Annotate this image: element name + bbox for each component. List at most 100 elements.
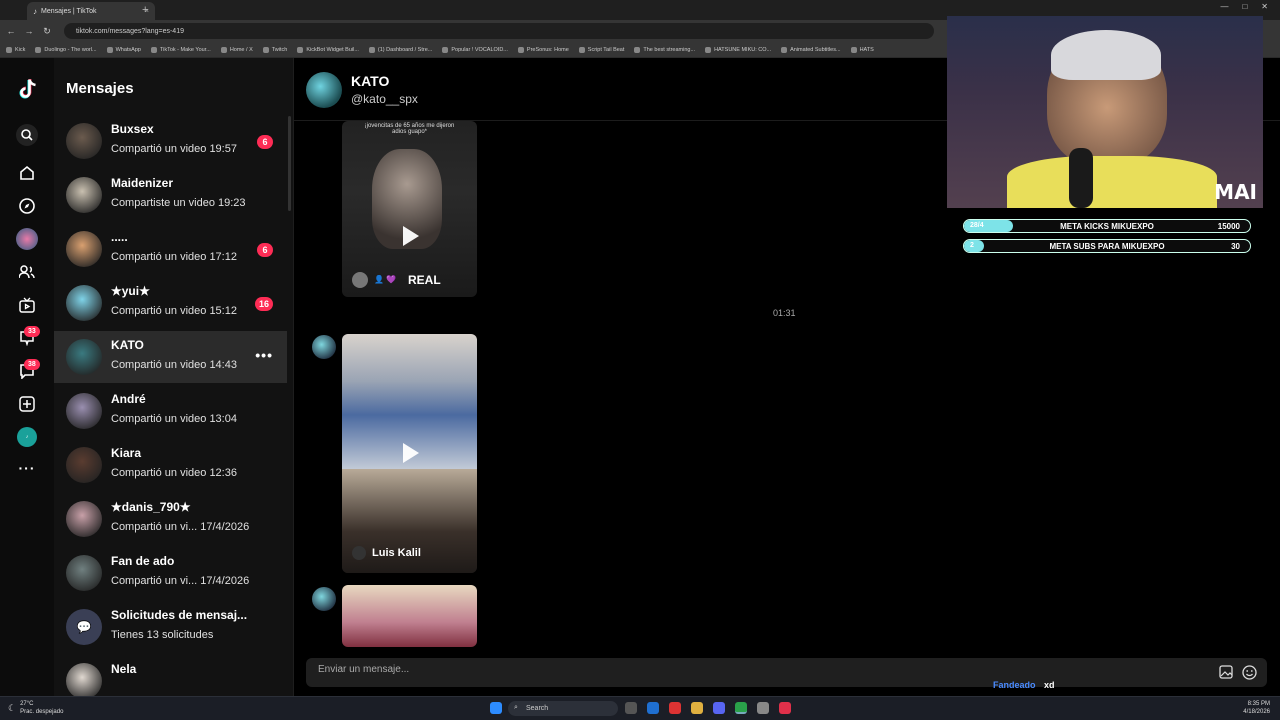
chrome-icon[interactable] <box>735 702 747 714</box>
live-icon[interactable] <box>17 295 37 315</box>
file-explorer-icon[interactable] <box>691 702 703 714</box>
bookmark-item[interactable]: TikTok - Make Your... <box>150 46 211 53</box>
taskbar: ☾ 27°C Prac. despejado ⌕ Search 8:35 PM … <box>0 696 1280 720</box>
message-input[interactable] <box>318 664 1168 675</box>
chat-name[interactable]: KATO <box>351 73 389 89</box>
bookmark-item[interactable]: KickBot Widget Buil... <box>297 46 359 53</box>
sender-avatar[interactable] <box>312 587 336 611</box>
bookmark-item[interactable]: (1) Dashboard / Stre... <box>368 46 432 53</box>
search-icon[interactable] <box>16 124 38 146</box>
play-icon[interactable] <box>403 443 419 463</box>
video-creator-name: REAL <box>408 273 441 287</box>
shared-video-card[interactable]: ¡jovencitas de 65 años me dijeron adios … <box>342 121 477 297</box>
minimize-icon[interactable]: — <box>1220 2 1228 11</box>
more-icon[interactable]: ··· <box>17 458 37 478</box>
tiktok-logo-icon[interactable] <box>17 78 37 102</box>
following-icon[interactable] <box>17 262 37 282</box>
browser-tab[interactable]: ♪ Mensajes | TikTok × <box>27 2 155 20</box>
bookmark-item[interactable]: Home / X <box>220 46 253 53</box>
shared-video-card[interactable]: Luis Kalil <box>342 334 477 573</box>
emoji-icon[interactable] <box>1242 665 1257 685</box>
chat-handle[interactable]: @kato__spx <box>351 92 418 106</box>
tiktok-lite-icon[interactable]: ♪ <box>17 427 37 447</box>
conversation-item[interactable]: Maidenizer Compartiste un video 19:23 <box>54 169 287 221</box>
conversation-preview: Tienes 13 solicitudes <box>111 629 214 641</box>
conversation-preview: Compartió un video 15:12 <box>111 305 237 317</box>
bookmark-item[interactable]: HATS <box>850 46 874 53</box>
bookmark-item[interactable]: Kick <box>6 46 25 53</box>
forward-icon[interactable]: → <box>22 26 36 36</box>
conversation-name: Kiara <box>111 446 142 460</box>
sender-avatar[interactable] <box>312 335 336 359</box>
reload-icon[interactable]: ↻ <box>40 26 54 37</box>
bookmark-favicon-icon <box>634 46 641 53</box>
task-view-icon[interactable] <box>625 702 637 714</box>
windows-start-icon[interactable] <box>490 702 502 714</box>
conversation-item[interactable]: Kiara Compartió un video 12:36 <box>54 439 287 491</box>
app-icon[interactable] <box>669 702 681 714</box>
bookmark-item[interactable]: Duolingo - The worl... <box>35 46 97 53</box>
bookmark-favicon-icon <box>220 46 227 53</box>
conversation-item[interactable]: Buxsex Compartió un video 19:57 6 <box>54 115 287 167</box>
kicks-goal-label: META KICKS MIKUEXPO <box>1060 222 1154 231</box>
conversation-name: ★yui★ <box>111 284 150 298</box>
conversation-item[interactable]: Nela <box>54 655 287 696</box>
conversation-item[interactable]: André Compartió un video 13:04 <box>54 385 287 437</box>
system-clock[interactable]: 8:35 PM 4/18/2026 <box>1243 700 1270 716</box>
image-upload-icon[interactable] <box>1219 665 1233 682</box>
bookmark-favicon-icon <box>6 46 12 53</box>
conversation-item[interactable]: ★yui★ Compartió un video 15:12 16 <box>54 277 287 329</box>
url-input[interactable]: tiktok.com/messages?lang=es-419 <box>64 23 934 39</box>
settings-icon[interactable] <box>757 702 769 714</box>
conversation-item[interactable]: KATO Compartió un video 14:43 ••• <box>54 331 287 383</box>
play-icon[interactable] <box>403 226 419 246</box>
bookmark-item[interactable]: WhatsApp <box>106 46 141 53</box>
requests-icon: 💬 <box>66 609 102 645</box>
weather-widget[interactable]: ☾ 27°C Prac. despejado <box>8 700 63 716</box>
chat-avatar[interactable] <box>306 72 342 108</box>
more-options-icon[interactable]: ••• <box>255 347 273 363</box>
home-icon[interactable] <box>17 163 37 183</box>
stream-chat-user: Fandeado <box>993 680 1036 690</box>
explore-icon[interactable] <box>17 196 37 216</box>
back-icon[interactable]: ← <box>4 26 18 36</box>
weather-icon: ☾ <box>8 703 17 713</box>
bookmark-item[interactable]: Popular ! VOCALOID... <box>442 46 508 53</box>
conversation-avatar <box>66 123 102 159</box>
sidebar-scrollbar[interactable] <box>288 116 291 211</box>
conversation-item[interactable]: ..... Compartió un video 17:12 6 <box>54 223 287 275</box>
conversation-preview: Compartió un video 13:04 <box>111 413 237 425</box>
clock-time: 8:35 PM <box>1247 701 1270 707</box>
bookmark-item[interactable]: The best streaming... <box>634 46 695 53</box>
new-tab-button[interactable]: + <box>142 4 148 16</box>
conversation-item[interactable]: Fan de ado Compartió un vi... 17/4/2026 <box>54 547 287 599</box>
bookmark-item[interactable]: Animated Subtitles... <box>781 46 841 53</box>
nav-rail: 33 38 ♪ ··· <box>0 58 54 696</box>
conversation-item[interactable]: ★danis_790★ Compartió un vi... 17/4/2026 <box>54 493 287 545</box>
bookmark-item[interactable]: PreSonus: Home <box>517 46 569 53</box>
conversation-preview: Compartió un vi... 17/4/2026 <box>111 575 250 587</box>
bookmark-item[interactable]: HATSUNE MIKU: CO... <box>705 46 771 53</box>
conversation-avatar <box>66 231 102 267</box>
shared-video-card[interactable] <box>342 585 477 647</box>
music-icon[interactable] <box>779 702 791 714</box>
upload-icon[interactable] <box>17 394 37 414</box>
taskbar-search[interactable]: ⌕ Search <box>508 701 618 716</box>
edge-icon[interactable] <box>647 702 659 714</box>
bookmark-item[interactable]: Twitch <box>262 46 288 53</box>
maximize-icon[interactable]: □ <box>1242 2 1247 11</box>
streamer-shirt <box>1007 156 1217 208</box>
bookmark-favicon-icon <box>106 46 113 53</box>
close-window-icon[interactable]: ✕ <box>1261 2 1268 11</box>
bookmark-label: Twitch <box>271 46 288 53</box>
conversation-item[interactable]: 💬 Solicitudes de mensaj... Tienes 13 solic… <box>54 601 287 653</box>
discord-icon[interactable] <box>713 702 725 714</box>
microphone <box>1069 148 1093 208</box>
bookmark-favicon-icon <box>781 46 788 53</box>
conversation-name: Nela <box>111 662 137 676</box>
bookmark-label: WhatsApp <box>115 46 141 53</box>
bookmark-favicon-icon <box>262 46 269 53</box>
profile-avatar-icon[interactable] <box>16 228 38 250</box>
bookmark-item[interactable]: Script Tail Beat <box>578 46 624 53</box>
bookmark-label: Popular ! VOCALOID... <box>451 46 508 53</box>
